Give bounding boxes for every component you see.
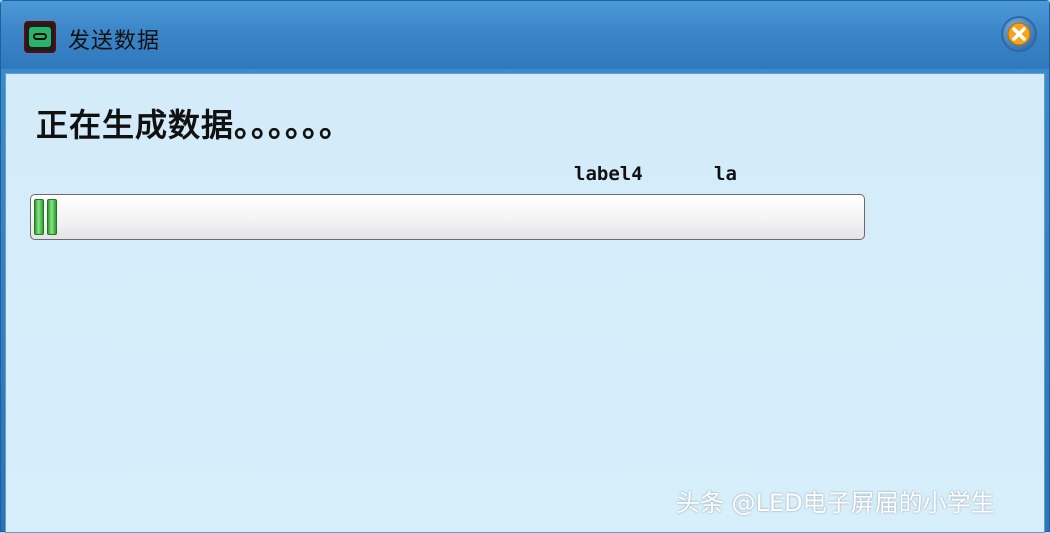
progress-block xyxy=(47,199,57,235)
progress-fill xyxy=(34,199,57,235)
dialog-content: 正在生成数据。。。。。。 label4 la xyxy=(5,73,1045,533)
title-bar[interactable]: 发送数据 xyxy=(1,1,1049,69)
label5-truncated: la xyxy=(714,163,737,185)
progress-bar xyxy=(30,194,865,240)
app-icon xyxy=(24,21,56,53)
dialog-window: 发送数据 正在生成数据。。。。。。 label4 la xyxy=(0,0,1050,533)
watermark: 头条 @LED电子屏届的小学生 xyxy=(676,489,995,517)
close-button[interactable] xyxy=(1001,16,1037,52)
app-logo-face xyxy=(29,27,51,47)
status-message: 正在生成数据。。。。。。 xyxy=(36,106,353,144)
progress-block xyxy=(34,199,44,235)
label4: label4 xyxy=(574,163,643,185)
close-icon xyxy=(1007,22,1031,46)
window-title: 发送数据 xyxy=(68,29,161,54)
